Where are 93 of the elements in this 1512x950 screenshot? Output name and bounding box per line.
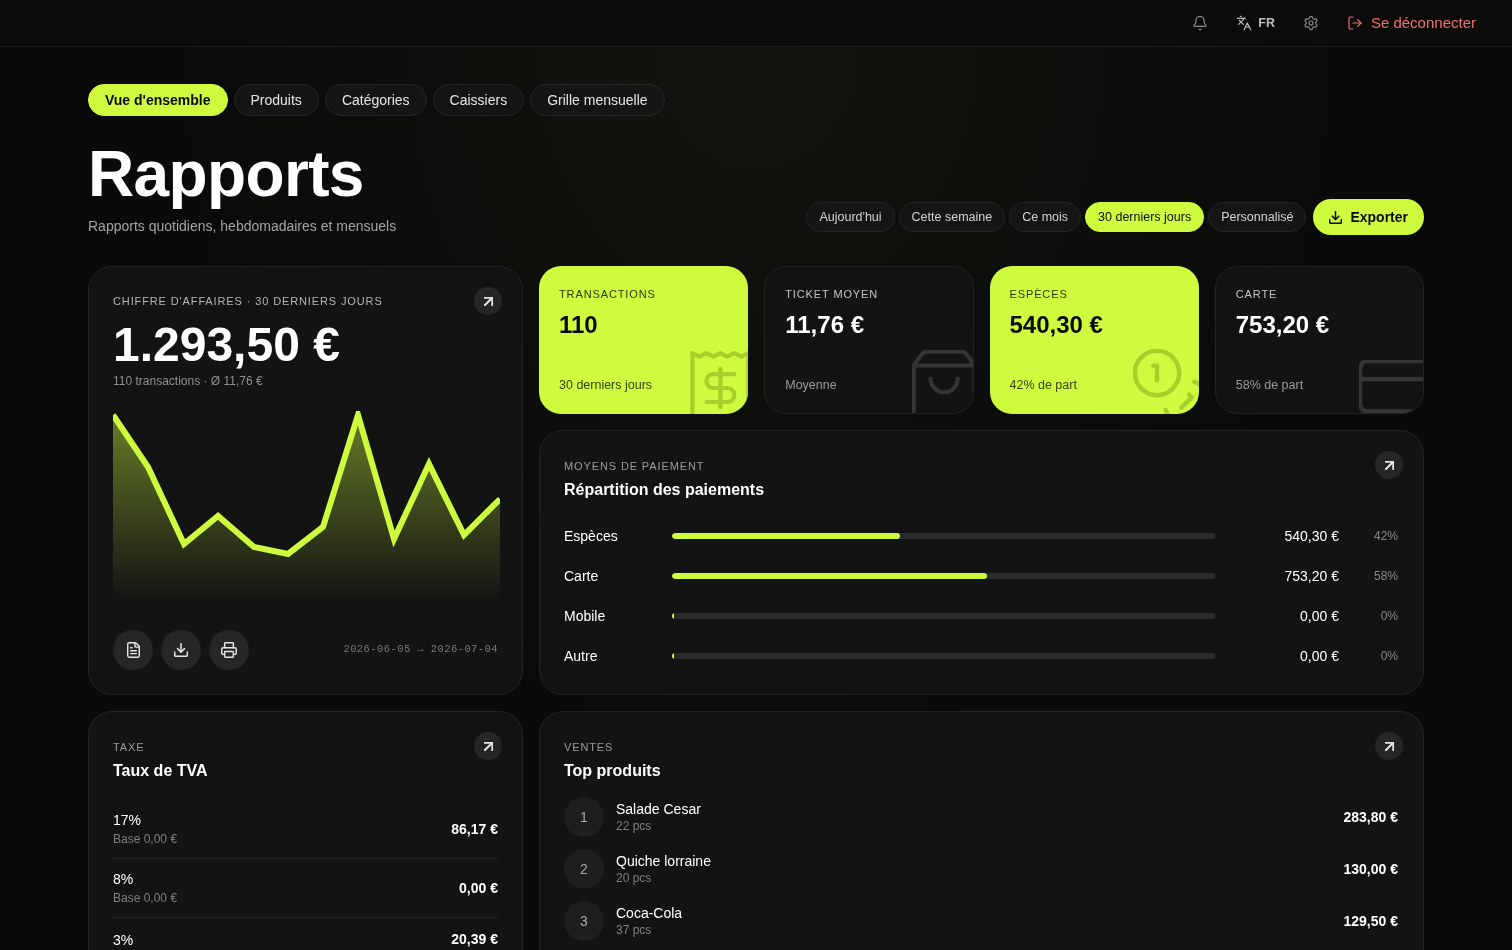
tab[interactable]: Caissiers — [432, 84, 525, 116]
logout-icon — [1346, 15, 1363, 31]
expand-button[interactable] — [474, 732, 502, 760]
stat-value: 110 — [559, 310, 598, 340]
language-button[interactable]: FR — [1236, 13, 1275, 33]
stat-label: ESPÈCES — [1009, 287, 1068, 301]
translate-icon — [1236, 15, 1253, 31]
payment-share: 58% — [1372, 568, 1398, 585]
print-button[interactable] — [209, 630, 249, 670]
export-button[interactable]: Exporter — [1313, 199, 1424, 235]
section-label: MOYENS DE PAIEMENT — [564, 459, 705, 473]
payment-share: 0% — [1379, 608, 1398, 625]
product-amount: 129,50 € — [1343, 911, 1398, 931]
tab[interactable]: Catégories — [324, 84, 427, 116]
shopping-bag-icon — [911, 350, 973, 413]
rank-number: 3 — [564, 901, 604, 941]
stat-value: 540,30 € — [1009, 310, 1103, 340]
download-icon — [174, 643, 188, 657]
revenue-summary: 110 transactions · Ø 11,76 € — [113, 373, 263, 389]
section-label: TAXE — [113, 740, 145, 754]
section-title: Top produits — [564, 761, 661, 781]
rank-number: 1 — [564, 797, 604, 837]
stat-value: 11,76 € — [785, 310, 864, 340]
payment-method: Mobile — [564, 606, 607, 626]
payment-amount: 0,00 € — [1299, 646, 1339, 666]
revenue-label: CHIFFRE D'AFFAIRES · 30 DERNIERS JOURS — [113, 294, 383, 308]
tab[interactable]: Vue d'ensemble — [88, 84, 228, 116]
period-filter[interactable]: Ce mois — [1009, 202, 1082, 232]
product-name: Salade Cesar — [616, 800, 701, 818]
arrow-up-right-icon — [1384, 741, 1394, 751]
arrow-up-right-icon — [483, 741, 493, 751]
stat-value: 753,20 € — [1235, 310, 1330, 340]
vat-amount: 0,00 € — [459, 878, 498, 898]
vat-rate: 8% — [113, 870, 134, 888]
report-button[interactable] — [113, 630, 153, 670]
notifications-button[interactable] — [1192, 15, 1209, 31]
vat-base: Base 0,00 € — [113, 890, 178, 906]
product-quantity: 37 pcs — [616, 922, 652, 938]
download-button[interactable] — [161, 630, 201, 670]
arrow-up-right-icon — [1384, 460, 1394, 470]
payment-method: Autre — [564, 646, 599, 666]
expand-button[interactable] — [1375, 451, 1403, 479]
stat-note: 30 derniers jours — [559, 377, 653, 393]
period-filter[interactable]: Cette semaine — [898, 202, 1006, 232]
bell-icon — [1192, 15, 1209, 31]
stat-note: 58% de part — [1235, 377, 1304, 393]
expand-button[interactable] — [1375, 732, 1403, 760]
period-filter[interactable]: Aujourd'hui — [806, 202, 895, 232]
download-icon — [1329, 210, 1343, 224]
product-name: Quiche lorraine — [616, 852, 711, 870]
payment-method: Espèces — [564, 526, 619, 546]
payment-share: 0% — [1379, 648, 1398, 665]
stat-label: TRANSACTIONS — [559, 287, 656, 301]
product-quantity: 20 pcs — [616, 870, 652, 886]
section-title: Répartition des paiements — [564, 480, 765, 500]
product-amount: 130,00 € — [1343, 859, 1398, 879]
vat-rate: 17% — [113, 811, 142, 829]
payment-amount: 540,30 € — [1283, 526, 1339, 546]
stat-label: TICKET MOYEN — [785, 287, 879, 301]
settings-button[interactable] — [1302, 15, 1319, 31]
stat-note: 42% de part — [1009, 377, 1077, 393]
date-range: 2026-06-05 → 2026-07-04 — [343, 642, 498, 658]
credit-card-icon — [1359, 360, 1423, 413]
receipt-icon — [690, 351, 749, 414]
payment-amount: 753,20 € — [1283, 566, 1339, 586]
payment-amount: 0,00 € — [1299, 606, 1339, 626]
stat-note: Moyenne — [785, 377, 837, 393]
revenue-total: 1.293,50 € — [113, 319, 340, 371]
vat-amount: 20,39 € — [451, 930, 498, 949]
settings-icon — [1302, 15, 1319, 31]
vat-rate: 3% — [113, 930, 134, 949]
product-quantity: 22 pcs — [616, 818, 652, 834]
vat-base: Base 0,00 € — [113, 831, 178, 847]
document-icon — [126, 642, 140, 658]
expand-button[interactable] — [474, 287, 502, 315]
tab[interactable]: Grille mensuelle — [530, 84, 665, 116]
tab[interactable]: Produits — [233, 84, 319, 116]
payment-method: Carte — [564, 566, 600, 586]
stat-label: CARTE — [1235, 287, 1278, 301]
logout-button[interactable]: Se déconnecter — [1346, 11, 1476, 35]
product-name: Coca-Cola — [616, 904, 683, 922]
section-label: VENTES — [564, 740, 614, 754]
rank-number: 2 — [564, 849, 604, 889]
section-title: Taux de TVA — [113, 761, 208, 781]
page-subtitle: Rapports quotidiens, hebdomadaires et mensuels — [88, 217, 397, 236]
arrow-up-right-icon — [483, 296, 493, 306]
product-amount: 283,80 € — [1343, 807, 1398, 827]
printer-icon — [221, 642, 237, 658]
coins-icon — [1132, 349, 1199, 414]
period-filter[interactable]: Personnalisé — [1208, 202, 1307, 232]
vat-amount: 86,17 € — [451, 819, 498, 839]
period-filter[interactable]: 30 derniers jours — [1085, 202, 1205, 232]
payment-share: 42% — [1372, 528, 1398, 545]
